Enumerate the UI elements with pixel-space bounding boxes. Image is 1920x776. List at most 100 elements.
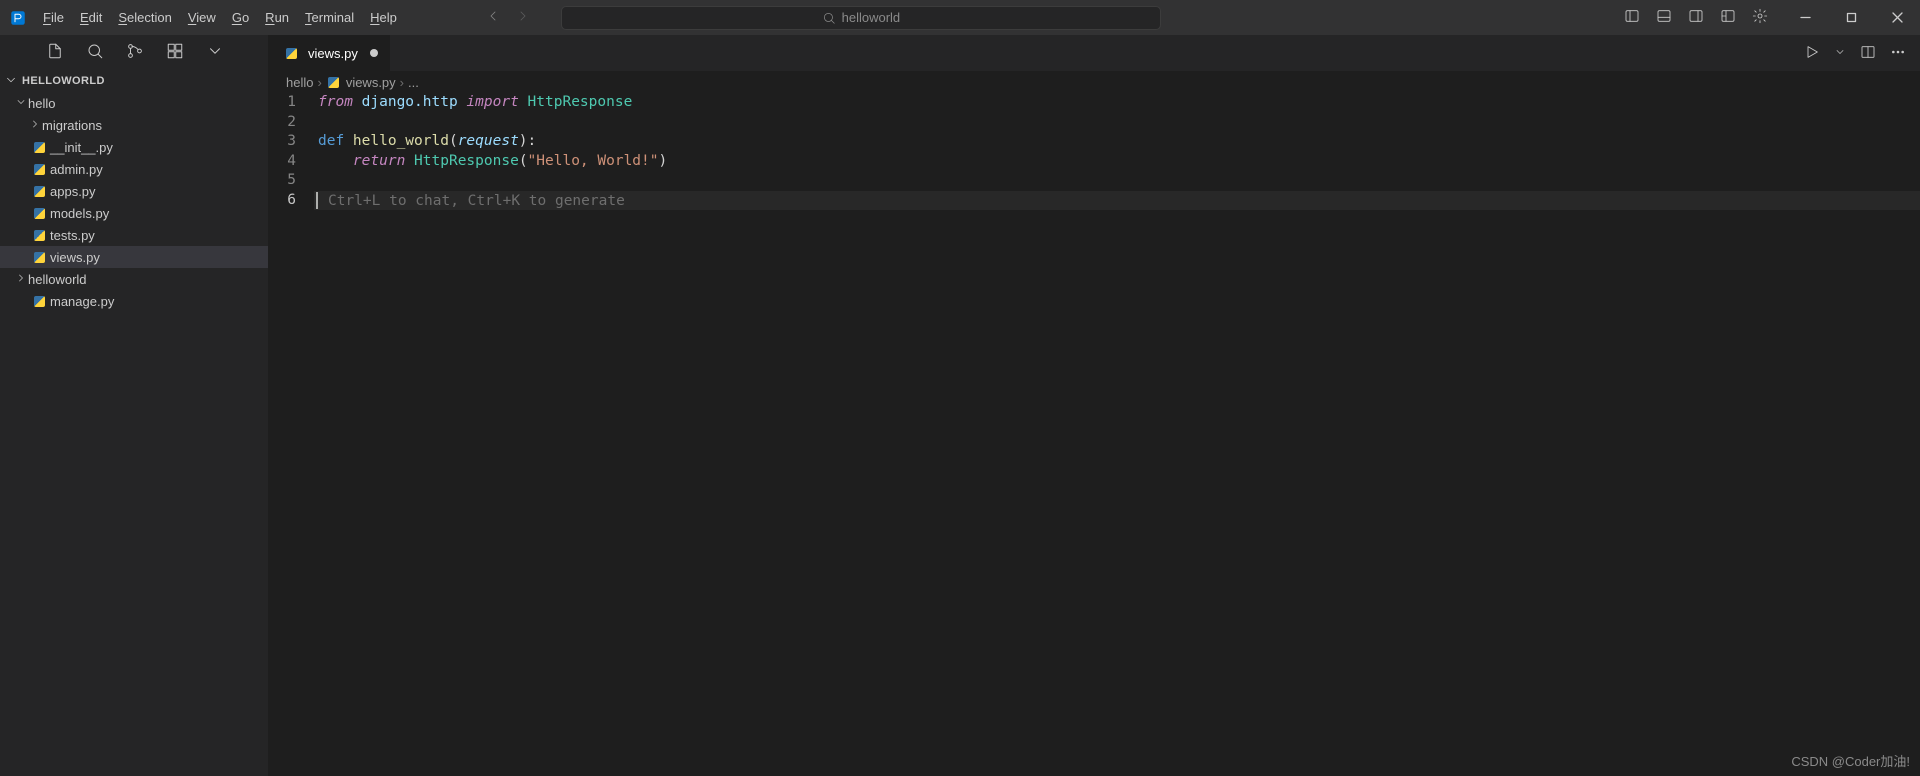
python-file-icon [28,230,50,241]
minimize-icon[interactable] [1782,0,1828,35]
toggle-panel-icon[interactable] [1656,8,1672,27]
python-file-icon [28,252,50,263]
toggle-primary-sidebar-icon[interactable] [1624,8,1640,27]
tab-views[interactable]: views.py [268,35,391,71]
folder-migrations[interactable]: migrations [0,114,268,136]
chevron-down-icon [4,73,18,90]
folder-hello[interactable]: hello [0,92,268,114]
file-admin[interactable]: admin.py [0,158,268,180]
tree-label: migrations [42,118,102,133]
command-center[interactable]: helloworld [561,6,1161,30]
section-label: HELLOWORLD [22,75,105,87]
chevron-down-icon[interactable] [206,42,224,63]
line-number: 5 [268,171,296,191]
new-file-icon[interactable] [46,42,64,63]
file-views[interactable]: views.py [0,246,268,268]
nav-back-icon[interactable] [485,8,501,27]
breadcrumb-part[interactable]: views.py [346,75,396,90]
tabs: views.py [268,35,1920,71]
settings-gear-icon[interactable] [1752,8,1768,27]
chevron-right-icon: › [400,75,404,90]
search-icon[interactable] [86,42,104,63]
editor-actions [1790,35,1920,71]
menu-terminal[interactable]: Terminal [297,0,362,35]
run-icon[interactable] [1804,44,1820,63]
chevron-down-icon[interactable] [1834,46,1846,61]
tab-label: views.py [308,46,358,61]
menu-edit[interactable]: Edit [72,0,110,35]
chevron-down-icon [14,96,28,111]
explorer-actions [0,35,268,70]
search-text: helloworld [842,10,901,25]
menu-view[interactable]: View [180,0,224,35]
menu-run[interactable]: Run [257,0,297,35]
toggle-secondary-sidebar-icon[interactable] [1688,8,1704,27]
code-line[interactable] [314,171,1920,191]
tree-label: manage.py [50,294,114,309]
chevron-right-icon [14,272,28,287]
search-icon [822,11,836,25]
menu-help[interactable]: Help [362,0,405,35]
tree-label: __init__.py [50,140,113,155]
line-number: 6 [268,191,296,211]
menu-go[interactable]: Go [224,0,257,35]
chevron-right-icon: › [317,75,321,90]
split-editor-icon[interactable] [1860,44,1876,63]
watermark: CSDN @Coder加油! [1791,751,1910,770]
tree-label: apps.py [50,184,96,199]
python-file-icon [280,48,302,59]
dirty-indicator-icon [370,49,378,57]
line-number: 4 [268,152,296,172]
file-apps[interactable]: apps.py [0,180,268,202]
python-file-icon [28,208,50,219]
layout-icons [1610,8,1782,27]
window-controls [1782,0,1920,35]
tree-label: models.py [50,206,109,221]
code-lines[interactable]: from django.http import HttpResponse def… [314,93,1920,210]
menu-file[interactable]: File [35,0,72,35]
file-manage[interactable]: manage.py [0,290,268,312]
code-line[interactable] [314,113,1920,133]
file-init[interactable]: __init__.py [0,136,268,158]
line-number: 3 [268,132,296,152]
more-icon[interactable] [1890,44,1906,63]
editor-area: views.py hello › views.py › ... 1 2 3 [268,35,1920,776]
code-line-current[interactable]: Ctrl+L to chat, Ctrl+K to generate [314,191,1920,211]
nav-arrows [465,8,551,27]
code-line[interactable]: def hello_world(request): [314,132,1920,152]
code-line[interactable]: return HttpResponse("Hello, World!") [314,152,1920,172]
file-models[interactable]: models.py [0,202,268,224]
python-file-icon [28,186,50,197]
menubar: File Edit Selection View Go Run Terminal… [35,0,405,35]
breadcrumb-part[interactable]: hello [286,75,313,90]
breadcrumbs[interactable]: hello › views.py › ... [268,71,1920,93]
tree-label: admin.py [50,162,103,177]
explorer-sidebar: HELLOWORLD hello migrations __init__.py … [0,35,268,776]
app-icon [0,9,35,27]
tree-label: helloworld [28,272,87,287]
source-control-icon[interactable] [126,42,144,63]
customize-layout-icon[interactable] [1720,8,1736,27]
tree-label: hello [28,96,55,111]
python-file-icon [28,296,50,307]
file-tests[interactable]: tests.py [0,224,268,246]
chevron-right-icon [28,118,42,133]
python-file-icon [326,77,342,88]
python-file-icon [28,164,50,175]
gutter: 1 2 3 4 5 6 [268,93,314,210]
file-tree: hello migrations __init__.py admin.py ap… [0,92,268,312]
explorer-section-title[interactable]: HELLOWORLD [0,70,268,92]
close-icon[interactable] [1874,0,1920,35]
folder-helloworld[interactable]: helloworld [0,268,268,290]
maximize-icon[interactable] [1828,0,1874,35]
breadcrumb-part[interactable]: ... [408,75,419,90]
line-number: 2 [268,113,296,133]
tree-label: tests.py [50,228,95,243]
code-editor[interactable]: 1 2 3 4 5 6 from django.http import Http… [268,93,1920,210]
nav-forward-icon[interactable] [515,8,531,27]
menu-selection[interactable]: Selection [110,0,179,35]
line-number: 1 [268,93,296,113]
extensions-icon[interactable] [166,42,184,63]
code-line[interactable]: from django.http import HttpResponse [314,93,1920,113]
python-file-icon [28,142,50,153]
